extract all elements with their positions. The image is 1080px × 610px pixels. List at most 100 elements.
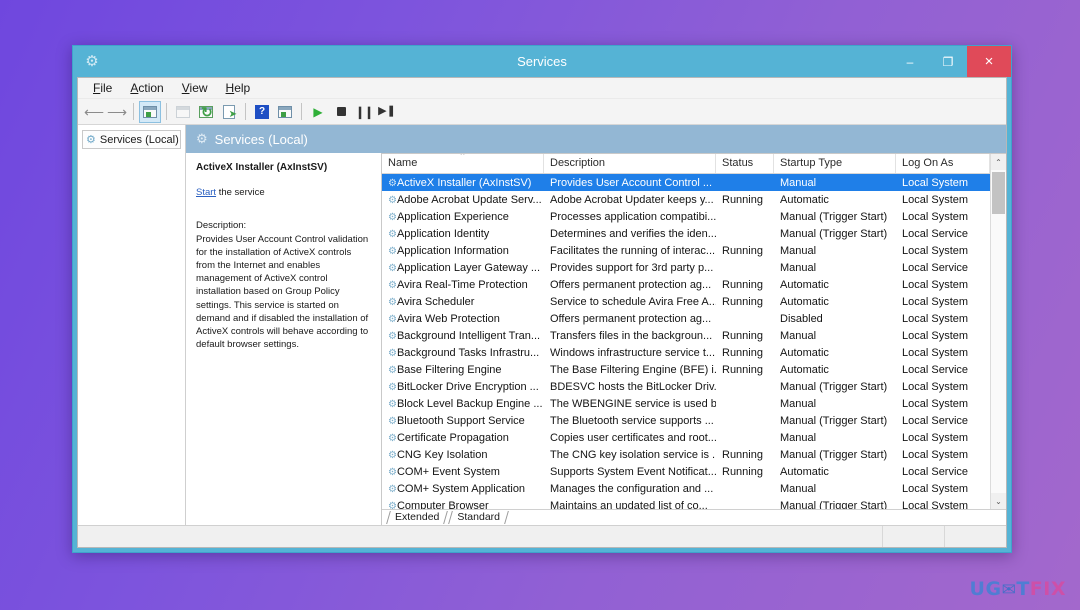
play-icon: ▶ (313, 104, 323, 119)
cell-logon: Local System (902, 482, 969, 495)
column-header-startup[interactable]: Startup Type (774, 154, 896, 173)
cell-startup: Manual (780, 397, 817, 410)
new-window-button[interactable] (274, 101, 296, 123)
forward-button[interactable]: ⟶ (106, 101, 128, 123)
watermark-part-4: FIX (1029, 578, 1066, 600)
column-header-status[interactable]: Status (716, 154, 774, 173)
table-row[interactable]: ⚙Avira Web Protection Offers permanent pr… (382, 310, 990, 327)
table-row[interactable]: ⚙COM+ Event System Supports System Event … (382, 463, 990, 480)
help-button[interactable]: ? (251, 101, 273, 123)
start-service-button[interactable]: ▶ (307, 101, 329, 123)
refresh-button[interactable]: ↻ (195, 101, 217, 123)
gear-icon: ⚙ (388, 228, 397, 240)
cell-name-label: Adobe Acrobat Update Serv... (396, 193, 542, 206)
cell-startup: Automatic (780, 295, 829, 308)
main-split: ⚙ Services (Local) ⚙ Services (Local) Ac… (78, 125, 1006, 525)
restart-service-button[interactable]: ▶❚ (376, 101, 398, 123)
gear-icon: ⚙ (388, 262, 397, 274)
table-row[interactable]: ⚙Base Filtering Engine The Base Filtering… (382, 361, 990, 378)
cell-name: ⚙CNG Key Isolation (382, 449, 544, 461)
minimize-button[interactable]: – (891, 46, 929, 77)
table-row[interactable]: ⚙Background Intelligent Tran... Transfers… (382, 327, 990, 344)
list-vertical-scrollbar[interactable]: ⌃ ⌄ (990, 154, 1006, 509)
table-row[interactable]: ⚙Background Tasks Infrastru... Windows in… (382, 344, 990, 361)
close-button[interactable]: × (967, 46, 1011, 77)
show-hide-tree-icon (143, 105, 157, 118)
properties-button[interactable] (172, 101, 194, 123)
cell-name: ⚙Background Intelligent Tran... (382, 330, 544, 342)
cell-desc: Adobe Acrobat Updater keeps y... (550, 193, 714, 206)
cell-name: ⚙Avira Web Protection (382, 313, 544, 325)
cell-logon: Local System (902, 244, 969, 257)
table-row[interactable]: ⚙Avira Real-Time Protection Offers perman… (382, 276, 990, 293)
cell-startup: Manual (780, 244, 817, 257)
cell-name-label: Base Filtering Engine (396, 363, 502, 376)
service-detail-pane: ActiveX Installer (AxInstSV) Start the s… (186, 153, 382, 525)
tab-standard[interactable]: Standard (448, 510, 509, 525)
title-bar: ⚙ Services – ❐ × (73, 46, 1011, 77)
pause-service-button[interactable]: ❙❙ (353, 101, 375, 123)
table-row[interactable]: ⚙Application Information Facilitates the … (382, 242, 990, 259)
table-row[interactable]: ⚙Bluetooth Support Service The Bluetooth … (382, 412, 990, 429)
column-header-logon[interactable]: Log On As (896, 154, 990, 173)
column-header-name[interactable]: ⌃ Name (382, 154, 544, 173)
cell-status: Running (722, 465, 763, 478)
table-row[interactable]: ⚙COM+ System Application Manages the conf… (382, 480, 990, 497)
cell-startup: Disabled (780, 312, 823, 325)
table-row[interactable]: ⚙Computer Browser Maintains an updated li… (382, 497, 990, 510)
table-row[interactable]: ⚙CNG Key Isolation The CNG key isolation … (382, 446, 990, 463)
pause-icon: ❙❙ (354, 104, 374, 119)
cell-desc: Processes application compatibi... (550, 210, 716, 223)
menu-help[interactable]: Help (217, 79, 260, 97)
cell-name: ⚙Base Filtering Engine (382, 364, 544, 376)
gear-icon: ⚙ (388, 364, 397, 376)
detail-action-suffix: the service (216, 186, 265, 198)
toolbar-separator-3 (245, 103, 246, 120)
cell-name-label: Application Identity (396, 227, 490, 240)
table-row[interactable]: ⚙ActiveX Installer (AxInstSV) Provides Us… (382, 174, 990, 191)
show-hide-tree-button[interactable] (139, 100, 161, 123)
table-row[interactable]: ⚙Application Experience Processes applica… (382, 208, 990, 225)
scroll-up-arrow-icon[interactable]: ⌃ (991, 154, 1006, 170)
cell-status: Running (722, 244, 763, 257)
menu-file[interactable]: File (84, 79, 121, 97)
content-header-title: Services (Local) (214, 131, 308, 147)
stop-service-button[interactable] (330, 101, 352, 123)
tab-extended[interactable]: Extended (386, 510, 448, 525)
window-system-icon[interactable]: ⚙ (79, 49, 105, 75)
table-row[interactable]: ⚙Avira Scheduler Service to schedule Avir… (382, 293, 990, 310)
scroll-down-arrow-icon[interactable]: ⌄ (991, 493, 1006, 509)
cell-name: ⚙ActiveX Installer (AxInstSV) (382, 177, 544, 189)
window-title: Services (517, 54, 567, 69)
export-list-button[interactable]: ➤ (218, 101, 240, 123)
cell-name: ⚙Adobe Acrobat Update Serv... (382, 194, 544, 206)
cell-name: ⚙BitLocker Drive Encryption ... (382, 381, 544, 393)
gear-icon: ⚙ (86, 134, 96, 146)
menu-view[interactable]: View (173, 79, 217, 97)
cell-name: ⚙Background Tasks Infrastru... (382, 347, 544, 359)
restart-icon: ▶❚ (378, 105, 396, 117)
cell-logon: Local System (902, 210, 969, 223)
back-button[interactable]: ⟵ (83, 101, 105, 123)
content-pane: ⚙ Services (Local) ActiveX Installer (Ax… (186, 125, 1006, 525)
maximize-button[interactable]: ❐ (929, 46, 967, 77)
menu-action[interactable]: Action (121, 79, 172, 97)
table-row[interactable]: ⚙Adobe Acrobat Update Serv... Adobe Acrob… (382, 191, 990, 208)
cell-startup: Manual (780, 329, 817, 342)
sidebar-item-services-local[interactable]: ⚙ Services (Local) (82, 130, 181, 149)
cell-name-label: BitLocker Drive Encryption ... (396, 380, 539, 393)
table-row[interactable]: ⚙Application Identity Determines and veri… (382, 225, 990, 242)
scroll-thumb[interactable] (992, 172, 1005, 214)
start-service-link[interactable]: Start (196, 187, 216, 198)
toolbar-separator-1 (133, 103, 134, 120)
table-row[interactable]: ⚙Block Level Backup Engine ... The WBENGI… (382, 395, 990, 412)
cell-desc: Provides support for 3rd party p... (550, 261, 714, 274)
column-header-description[interactable]: Description (544, 154, 716, 173)
table-row[interactable]: ⚙Certificate Propagation Copies user cert… (382, 429, 990, 446)
cell-logon: Local System (902, 431, 969, 444)
gear-icon: ⚙ (388, 177, 397, 189)
export-list-icon: ➤ (223, 104, 237, 119)
table-row[interactable]: ⚙BitLocker Drive Encryption ... BDESVC ho… (382, 378, 990, 395)
scroll-track[interactable] (991, 170, 1006, 493)
table-row[interactable]: ⚙Application Layer Gateway ... Provides s… (382, 259, 990, 276)
